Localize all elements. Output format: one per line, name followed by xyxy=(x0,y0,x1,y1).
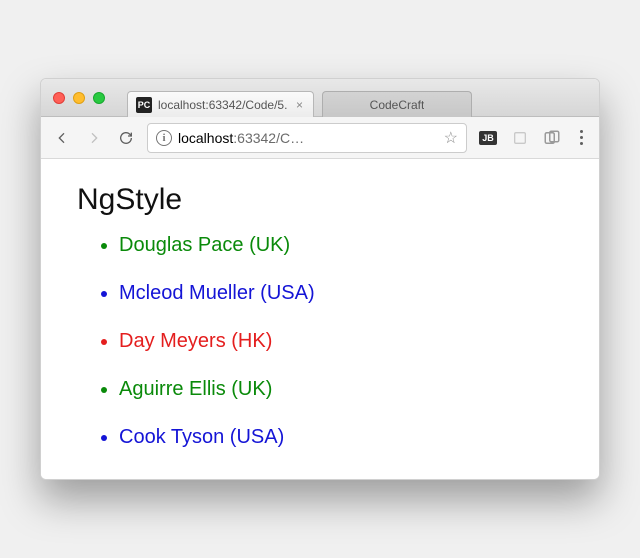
browser-tab-active[interactable]: PC localhost:63342/Code/5.bu × xyxy=(127,91,314,117)
page-content: NgStyle Douglas Pace (UK) Mcleod Mueller … xyxy=(41,159,599,479)
traffic-lights xyxy=(53,92,105,104)
url-text: localhost:63342/C… xyxy=(178,130,438,146)
bookmark-star-icon[interactable]: ☆ xyxy=(444,128,458,148)
forward-button[interactable] xyxy=(83,127,105,149)
tab-title: localhost:63342/Code/5.bu xyxy=(158,98,288,112)
browser-tab-background[interactable]: CodeCraft xyxy=(322,91,472,117)
page-heading: NgStyle xyxy=(77,183,563,217)
browser-menu-button[interactable] xyxy=(573,130,589,145)
back-button[interactable] xyxy=(51,127,73,149)
tab-title: CodeCraft xyxy=(370,98,425,112)
browser-window: PC localhost:63342/Code/5.bu × CodeCraft… xyxy=(40,78,600,480)
maximize-window-button[interactable] xyxy=(93,92,105,104)
address-bar[interactable]: i localhost:63342/C… ☆ xyxy=(147,123,467,153)
minimize-window-button[interactable] xyxy=(73,92,85,104)
jetbrains-extension-icon[interactable]: JB xyxy=(477,127,499,149)
pycharm-favicon-icon: PC xyxy=(136,97,152,113)
list-item: Cook Tyson (USA) xyxy=(119,425,563,449)
browser-toolbar: i localhost:63342/C… ☆ JB xyxy=(41,117,599,159)
list-item: Day Meyers (HK) xyxy=(119,329,563,353)
list-item: Douglas Pace (UK) xyxy=(119,233,563,257)
livereload-extension-icon[interactable] xyxy=(541,127,563,149)
list-item: Aguirre Ellis (UK) xyxy=(119,377,563,401)
site-info-icon[interactable]: i xyxy=(156,130,172,146)
close-window-button[interactable] xyxy=(53,92,65,104)
reload-button[interactable] xyxy=(115,127,137,149)
extension-placeholder-icon[interactable] xyxy=(509,127,531,149)
list-item: Mcleod Mueller (USA) xyxy=(119,281,563,305)
titlebar: PC localhost:63342/Code/5.bu × CodeCraft xyxy=(41,79,599,117)
people-list: Douglas Pace (UK) Mcleod Mueller (USA) Day… xyxy=(77,233,563,449)
close-tab-icon[interactable]: × xyxy=(294,99,305,111)
